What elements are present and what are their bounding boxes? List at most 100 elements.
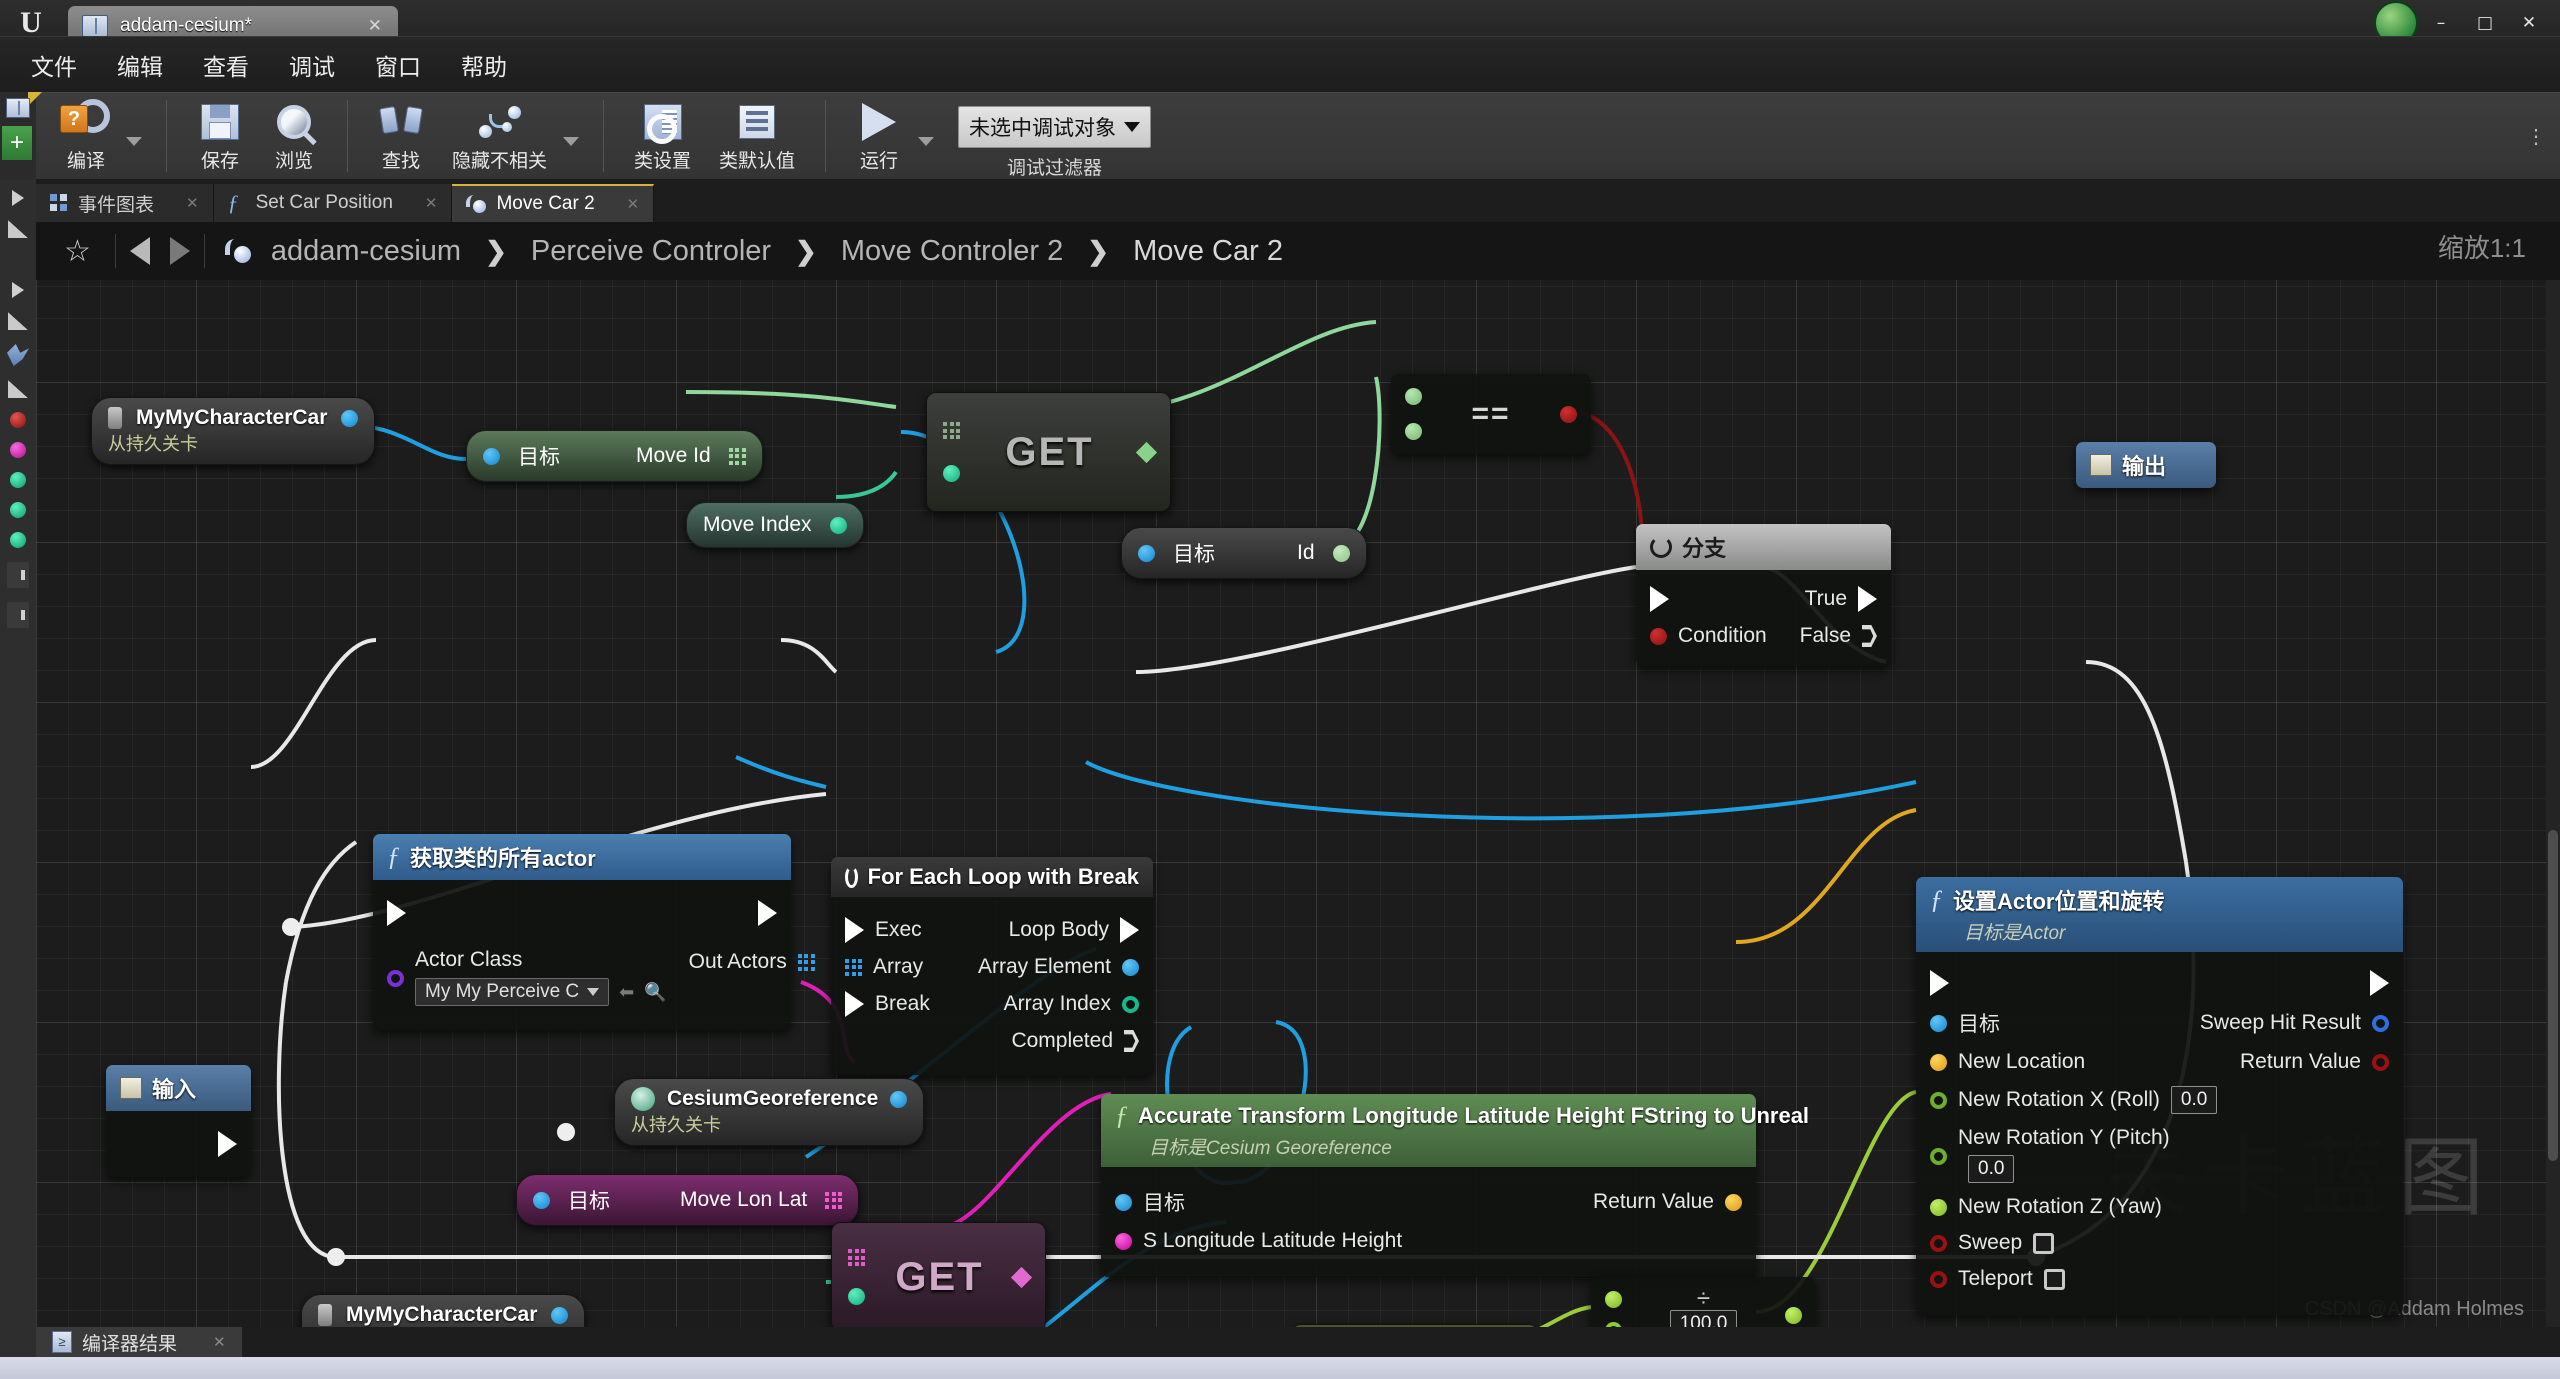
output-pin-id[interactable] [1332,544,1350,562]
input-pin-b[interactable] [1405,423,1422,440]
input-pin-b[interactable] [1605,1322,1622,1327]
int-pin-icon[interactable] [10,502,26,518]
input-pin-target[interactable] [1930,1014,1947,1032]
input-pin-target[interactable] [1115,1193,1132,1211]
close-icon[interactable]: ✕ [213,1333,226,1351]
tab-set-car-position[interactable]: ƒ Set Car Position ✕ [213,184,453,222]
output-pin-array-element[interactable] [1122,958,1139,976]
node-divide[interactable]: ÷ 100.0 [1591,1277,1816,1327]
input-pin-exec[interactable] [387,900,406,926]
node-id-getter[interactable]: 目标 Id [1121,527,1367,579]
browse-button[interactable]: 浏览 [257,96,331,180]
input-pin-exec[interactable] [1650,586,1669,612]
output-pin-array[interactable] [825,1191,843,1209]
use-selected-icon[interactable]: ⬅ [619,982,634,1003]
breadcrumb-item-blueprint[interactable]: addam-cesium [265,235,467,268]
node-my-character-car-1[interactable]: MyMyCharacterCar 从持久关卡 [91,397,376,465]
class-defaults-button[interactable]: 类默认值 [705,96,809,180]
output-pin-true[interactable] [1858,586,1877,612]
close-icon[interactable]: ✕ [186,194,199,212]
find-button[interactable]: 查找 [364,96,438,180]
input-pin-a[interactable] [1405,388,1422,405]
close-window-button[interactable]: ✕ [2508,6,2550,40]
canvas-vertical-scrollbar[interactable] [2546,222,2560,1327]
back-arrow-icon[interactable] [129,237,150,265]
node-branch[interactable]: 分支 True Condition False [1636,524,1891,666]
new-rotation-x-input[interactable]: 0.0 [2170,1086,2218,1114]
input-pin-teleport[interactable] [1930,1270,1947,1288]
browse-asset-icon[interactable]: 🔍 [644,982,666,1003]
output-pin-int[interactable] [829,516,847,534]
node-move-index-1[interactable]: Move Index [686,502,864,548]
play-dropdown-caret[interactable] [918,137,935,146]
output-pin-sweep-hit-result[interactable] [2372,1014,2389,1032]
node-set-actor-location-and-rotation[interactable]: ƒ 设置Actor位置和旋转 目标是Actor 目标 Sweep Hit Res… [1916,877,2403,1315]
node-move-lon-lat-getter[interactable]: 目标 Move Lon Lat [516,1174,860,1226]
node-equal[interactable]: == [1391,374,1591,454]
minimize-button[interactable]: – [2420,6,2462,40]
input-pin-actor-class[interactable] [387,970,404,987]
node-get-array-3[interactable]: GET [1291,1324,1539,1327]
output-pin-array-index[interactable] [1122,995,1139,1013]
expand-arrow-icon[interactable] [12,282,24,298]
input-pin-target[interactable] [483,447,500,465]
output-pin-exec[interactable] [2370,970,2389,996]
maximize-button[interactable]: □ [2464,6,2506,40]
add-button[interactable]: + [2,126,32,160]
class-settings-button[interactable]: 类设置 [620,96,705,180]
output-pin-exec[interactable] [218,1131,237,1157]
wire-icon[interactable] [7,344,29,366]
input-pin-break[interactable] [845,991,864,1017]
output-pin-false[interactable] [1862,625,1877,647]
expand-arrow-icon[interactable] [12,190,24,206]
output-pin-bool[interactable] [1559,405,1577,423]
input-pin-string[interactable] [1115,1232,1132,1250]
ramp-icon[interactable] [8,312,28,330]
tab-event-graph[interactable]: 事件图表 ✕ [36,184,214,222]
input-pin-index[interactable] [848,1288,865,1305]
node-output-tunnel[interactable]: 输出 [2076,442,2216,488]
close-icon[interactable]: ✕ [627,195,640,213]
output-pin-exec[interactable] [758,900,777,926]
menu-item-debug[interactable]: 调试 [272,42,352,88]
menu-item-help[interactable]: 帮助 [444,42,524,88]
input-pin-index[interactable] [943,465,960,482]
debug-object-combo[interactable]: 未选中调试对象 [958,106,1152,148]
menu-item-view[interactable]: 查看 [186,42,266,88]
int-pin-icon[interactable] [10,472,26,488]
sweep-checkbox[interactable] [2033,1232,2055,1254]
node-input-tunnel[interactable]: 输入 [106,1065,251,1177]
node-get-all-actors-of-class[interactable]: ƒ 获取类的所有actor Actor Class My My Perceive… [373,834,815,1030]
tab-compiler-results[interactable]: ≥ 编译器结果 ✕ [36,1327,242,1357]
input-pin-new-rotation-x[interactable] [1930,1091,1947,1109]
output-pin-result[interactable] [1784,1306,1802,1324]
input-pin-array[interactable] [845,958,862,976]
actor-class-combo[interactable]: My My Perceive C [415,978,610,1006]
menu-item-window[interactable]: 窗口 [358,42,438,88]
toolbar-overflow[interactable]: ⋮ [2526,124,2560,149]
output-pin-wildcard[interactable] [1135,441,1158,463]
input-pin-array[interactable] [848,1249,865,1266]
breadcrumb-item-perceive-controler[interactable]: Perceive Controler [525,235,777,268]
input-pin-sweep[interactable] [1930,1234,1947,1252]
forward-arrow-icon[interactable] [169,237,190,265]
output-pin-object[interactable] [890,1090,908,1108]
input-pin-array[interactable] [943,422,960,439]
output-pin-completed[interactable] [1124,1030,1139,1052]
input-pin-new-rotation-z[interactable] [1930,1198,1947,1216]
node-get-array-2[interactable]: GET [831,1222,1046,1327]
breadcrumb-item-move-controler-2[interactable]: Move Controler 2 [835,235,1069,268]
hide-unrelated-button[interactable]: 隐藏不相关 [438,96,561,180]
save-button[interactable]: 保存 [183,96,257,180]
input-pin-a[interactable] [1605,1291,1622,1308]
tab-move-car-2[interactable]: Move Car 2 ✕ [452,184,655,222]
ramp-icon[interactable] [8,220,28,238]
breadcrumb-item-move-car-2[interactable]: Move Car 2 [1127,235,1289,268]
close-icon[interactable]: ✕ [338,16,382,36]
output-pin-wildcard[interactable] [1010,1266,1033,1288]
favorite-star-icon[interactable]: ☆ [54,234,101,269]
output-pin-object[interactable] [341,409,359,427]
input-pin-target[interactable] [1138,544,1155,562]
new-rotation-y-input[interactable]: 0.0 [1968,1155,2015,1183]
compile-button[interactable]: ? 编译 [48,96,124,180]
